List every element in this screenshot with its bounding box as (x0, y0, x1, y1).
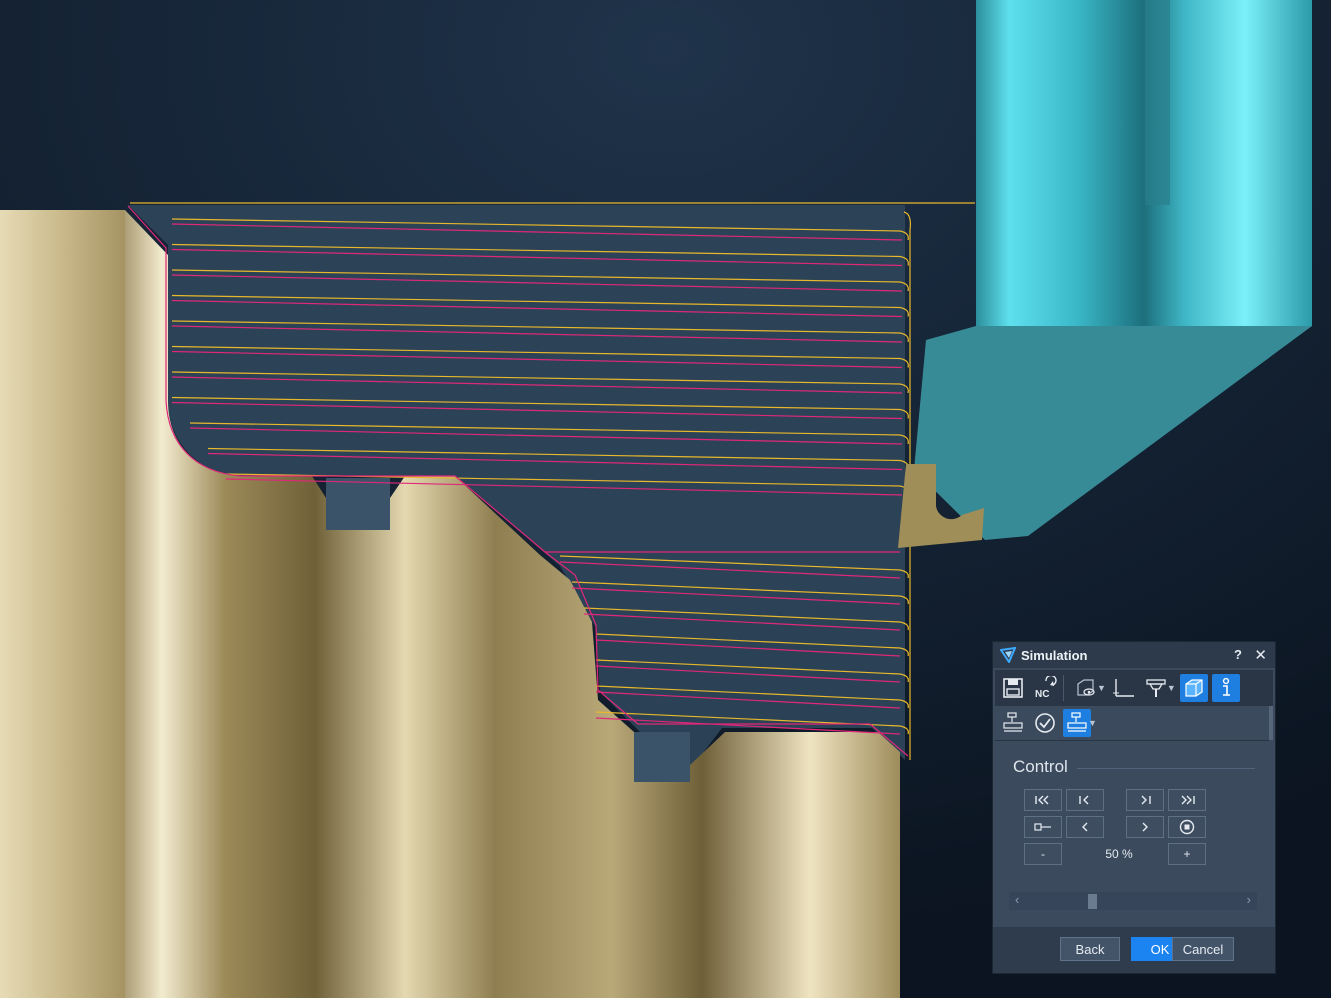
toolbar-secondary: ▼ (995, 706, 1269, 741)
stock-left-face (0, 210, 125, 998)
chevron-left-icon[interactable]: ‹ (1015, 892, 1019, 907)
info-icon (1222, 677, 1230, 696)
toolbar-separator (1063, 675, 1064, 701)
chevron-right-icon[interactable]: › (1247, 892, 1251, 907)
solid-view-button[interactable] (1179, 674, 1208, 702)
groove-2 (634, 732, 690, 782)
cancel-button[interactable]: Cancel (1172, 937, 1234, 961)
nc-button[interactable]: NC (1031, 674, 1059, 702)
solid-view-icon (1185, 679, 1203, 697)
groove-1 (326, 478, 390, 530)
nc-icon: NC (1035, 676, 1057, 700)
single-step-button[interactable] (1024, 816, 1062, 838)
tool-holder (976, 0, 1312, 326)
simulation-dialog: Simulation ? ✕ NC ▼ ▼ ▼ Control - 50 % +… (992, 641, 1276, 974)
machine-simulation-icon (1067, 712, 1087, 732)
step-back-button[interactable] (1066, 816, 1104, 838)
slider-thumb[interactable] (1088, 894, 1097, 909)
skip-to-end-icon (1181, 795, 1195, 805)
machine-icon (1003, 712, 1023, 732)
machine-simulation-button[interactable] (1063, 709, 1091, 737)
previous-operation-button[interactable] (1066, 789, 1104, 811)
close-button[interactable]: ✕ (1254, 646, 1267, 664)
chevron-left-icon (1082, 822, 1088, 832)
info-button[interactable] (1211, 674, 1240, 702)
tool-display-icon (1146, 679, 1166, 697)
speed-value: 50 % (1105, 847, 1133, 861)
dialog-title: Simulation (1021, 647, 1088, 663)
control-section-title: Control (1013, 757, 1068, 776)
stop-button[interactable] (1168, 816, 1206, 838)
check-circle-icon (1035, 713, 1055, 733)
toolbar-main: NC ▼ ▼ (995, 670, 1273, 706)
chevron-right-icon (1142, 822, 1148, 832)
app-logo-icon (1000, 647, 1016, 663)
step-marker-icon (1034, 823, 1051, 831)
dialog-footer: Back OK Cancel (993, 927, 1275, 973)
chevron-down-icon[interactable]: ▼ (1167, 683, 1176, 693)
dimension-icon (1112, 679, 1134, 697)
dimension-button[interactable] (1110, 674, 1138, 702)
previous-operation-icon (1079, 795, 1089, 805)
speed-increase-button[interactable]: + (1168, 843, 1206, 865)
next-operation-button[interactable] (1126, 789, 1164, 811)
dialog-titlebar[interactable]: Simulation ? ✕ (993, 642, 1275, 668)
machine-button[interactable] (999, 709, 1027, 737)
simulation-progress-slider[interactable]: ‹ › (1009, 892, 1257, 910)
save-button[interactable] (999, 674, 1027, 702)
step-forward-button[interactable] (1126, 816, 1164, 838)
stop-icon (1179, 819, 1195, 835)
section-divider (1077, 768, 1255, 769)
tool-holder-slot (1145, 0, 1170, 205)
go-to-end-button[interactable] (1168, 789, 1206, 811)
svg-text:NC: NC (1035, 689, 1049, 700)
view-stock-icon (1077, 679, 1095, 696)
save-icon (1003, 678, 1023, 698)
next-operation-icon (1141, 795, 1151, 805)
go-to-start-button[interactable] (1024, 789, 1062, 811)
back-button[interactable]: Back (1060, 937, 1120, 961)
tool-display-button[interactable] (1142, 674, 1170, 702)
skip-to-start-icon (1035, 795, 1049, 805)
check-button[interactable] (1031, 709, 1059, 737)
help-button[interactable]: ? (1234, 647, 1242, 662)
chevron-down-icon[interactable]: ▼ (1088, 718, 1097, 728)
toolbar-scrollbar[interactable] (1269, 706, 1273, 740)
speed-decrease-button[interactable]: - (1024, 843, 1062, 865)
view-stock-button[interactable] (1072, 674, 1100, 702)
chevron-down-icon[interactable]: ▼ (1097, 683, 1106, 693)
